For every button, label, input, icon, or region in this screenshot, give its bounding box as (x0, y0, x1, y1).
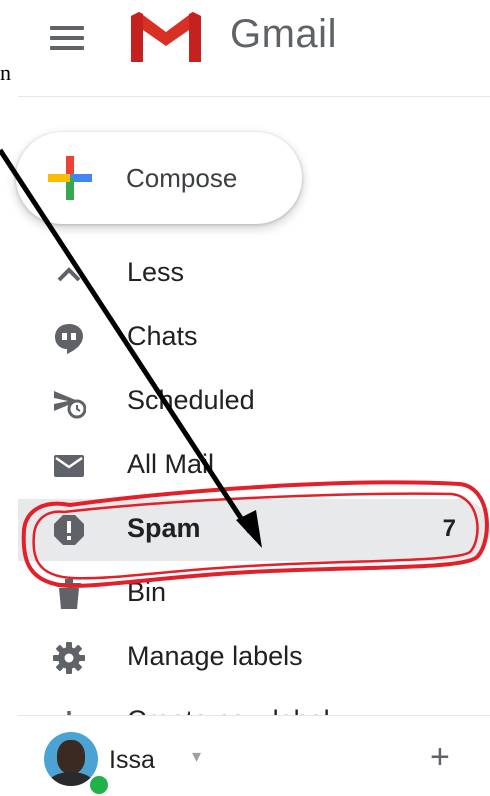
chevron-up-icon (57, 267, 81, 282)
nav-item-label: Less (127, 257, 185, 287)
unread-count: 7 (442, 515, 456, 542)
gear-icon (53, 642, 85, 674)
scheduled-send-icon (54, 391, 86, 419)
compose-label: Compose (126, 163, 238, 193)
chats-icon (55, 324, 83, 354)
nav-item-manage-labels[interactable]: Manage labels (18, 627, 490, 689)
nav-item-label: Chats (127, 321, 198, 351)
nav-item-scheduled[interactable]: Scheduled (18, 371, 490, 433)
app-name: Gmail (230, 12, 337, 56)
user-name: Issa (109, 746, 155, 774)
all-mail-icon (54, 455, 84, 477)
nav-item-less[interactable]: Less (18, 243, 490, 305)
nav-item-bin[interactable]: Bin (18, 563, 490, 625)
nav-item-label: Scheduled (127, 385, 255, 415)
presence-status-indicator (88, 774, 110, 796)
spam-icon (54, 515, 84, 545)
add-contact-button[interactable]: + (430, 740, 450, 774)
hamburger-menu-icon[interactable] (50, 26, 84, 50)
compose-plus-icon (48, 156, 92, 200)
hangouts-footer: Issa ▾ + (0, 716, 490, 796)
nav-item-label: All Mail (127, 449, 215, 479)
nav-item-label: Spam (127, 513, 201, 543)
nav-item-spam[interactable]: Spam 7 (18, 499, 490, 561)
header-divider (18, 96, 490, 97)
compose-button[interactable]: Compose (16, 132, 302, 224)
gmail-logo-icon[interactable] (127, 8, 205, 64)
chevron-down-icon[interactable]: ▾ (192, 746, 201, 767)
bin-icon (57, 579, 81, 609)
nav-item-chats[interactable]: Chats (18, 307, 490, 369)
nav-item-all-mail[interactable]: All Mail (18, 435, 490, 497)
app-header: Gmail (0, 0, 490, 95)
nav-item-label: Bin (127, 577, 167, 607)
nav-item-label: Manage labels (127, 641, 303, 671)
